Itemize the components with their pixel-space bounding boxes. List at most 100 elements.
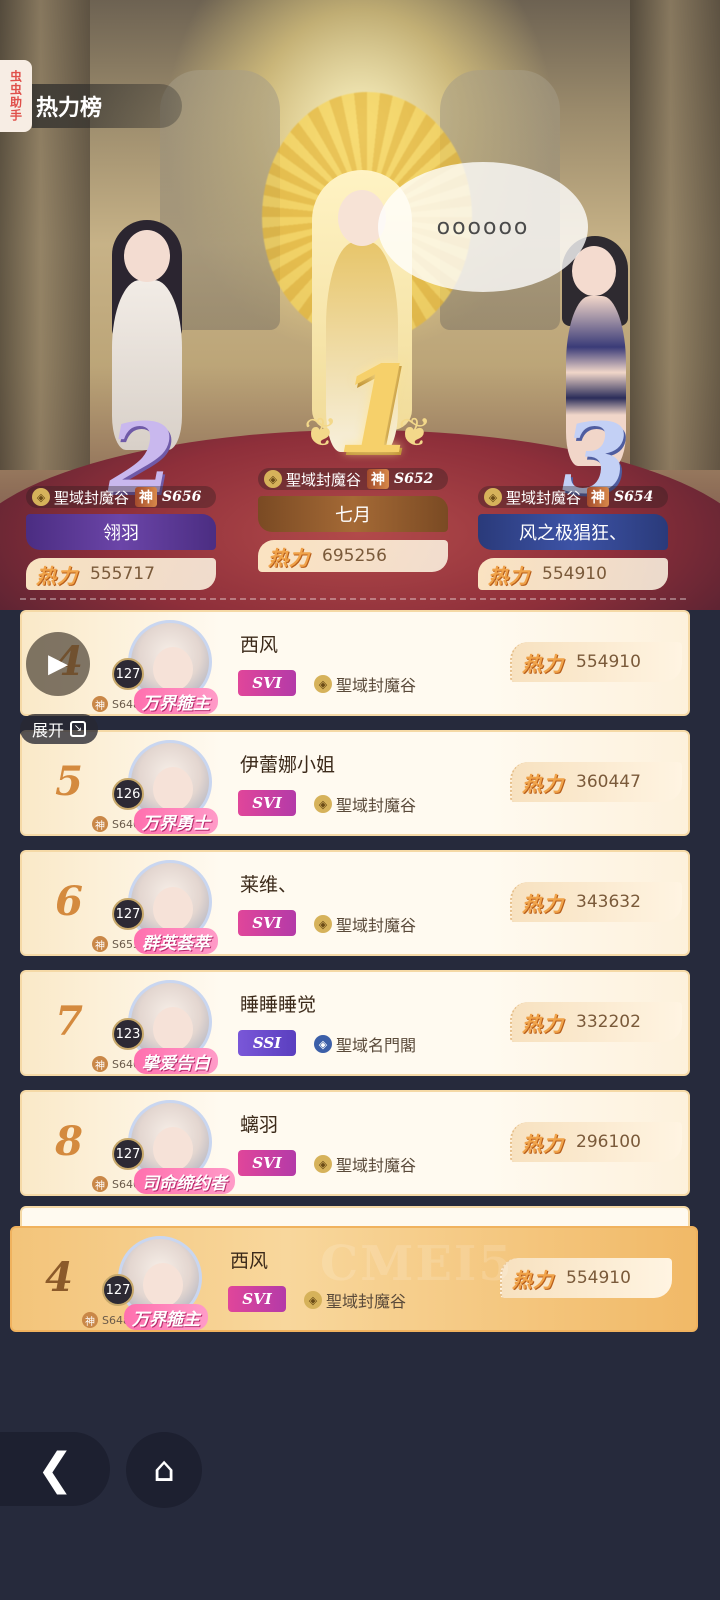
avatar-group: 127 神 S648 万界箍主 <box>92 616 258 716</box>
heat-value: 554910 <box>566 1268 631 1288</box>
player-name: 螭羽 <box>240 1114 279 1136</box>
server-tag: S652 <box>394 471 434 487</box>
podium-guild: ◈ 聖域封魔谷 神 S652 <box>258 468 448 490</box>
guild-emblem-icon: ◈ <box>304 1291 322 1309</box>
shen-tag: 神 <box>92 1056 108 1072</box>
back-button[interactable]: ❮ <box>0 1432 110 1506</box>
list-item[interactable]: 4 127 神S648 万界箍主 西风 SVI ◈聖域封魔谷 热力554910 <box>20 610 690 716</box>
heat-box: 热力 296100 <box>510 1122 682 1162</box>
heat-label: 热力 <box>268 545 310 570</box>
vip-badge: SVI <box>238 1150 296 1176</box>
rank-number: 7 <box>55 998 83 1045</box>
expand-label: 展开 <box>31 721 64 740</box>
shen-tag: 神 <box>587 487 610 507</box>
heat-label: 热力 <box>522 891 564 916</box>
rank1-number: 1 <box>336 340 420 481</box>
guild-name: 聖域封魔谷 <box>336 796 417 815</box>
home-icon: ⌂ <box>153 1450 175 1490</box>
expand-icon: ↘ <box>70 721 86 737</box>
list-item[interactable]: 5 126 神 S646 万界勇士 伊蕾娜小姐 SVI ◈ 聖域封魔谷 热力 3604… <box>20 730 690 836</box>
heat-pill: 热力 554910 <box>478 558 668 590</box>
rank-number: 8 <box>55 1118 83 1165</box>
player-name-plate: 风之极猖狂、 <box>478 514 668 550</box>
level-badge: 126 <box>112 778 144 810</box>
vip-badge: SSI <box>238 1030 296 1056</box>
server-label: 神 S653 <box>92 936 140 952</box>
heat-value: 296100 <box>576 1132 641 1152</box>
guild-name: 聖域名門閣 <box>336 1036 417 1055</box>
back-arrow-icon: ❮ <box>36 1443 74 1495</box>
heat-label: 热力 <box>512 1267 554 1292</box>
heat-label: 热力 <box>522 1011 564 1036</box>
heat-value: 555717 <box>90 564 155 584</box>
list-item[interactable]: 7 123 神 S646 挚爱告白 睡睡睡觉 SSI ◈ 聖域名門閣 热力 33220… <box>20 970 690 1076</box>
heat-box: 热力 554910 <box>500 1258 672 1298</box>
podium-rank3[interactable]: ◈ 聖域封魔谷 神 S654 风之极猖狂、 热力 554910 <box>478 486 668 590</box>
server-tag: S654 <box>614 489 654 505</box>
guild-emblem-icon: ◈ <box>314 915 332 933</box>
title-banner: 群英荟萃 <box>134 928 218 954</box>
speech-bubble: oooooo <box>378 162 588 292</box>
play-icon: ▶ <box>48 649 68 679</box>
expand-button[interactable]: 展开 ↘ <box>20 714 98 744</box>
server-label: 神 S646 <box>92 1176 140 1192</box>
guild-emblem-icon: ◈ <box>314 795 332 813</box>
shen-tag: 神 <box>92 1176 108 1192</box>
guild-emblem-icon: ◈ <box>314 1035 332 1053</box>
title-banner: 万界勇士 <box>134 808 218 834</box>
title-banner: 万界箍主 <box>134 688 218 714</box>
heat-value: 554910 <box>542 564 607 584</box>
guild-row: ◈ 聖域封魔谷 <box>314 672 416 696</box>
guild-emblem-icon: ◈ <box>314 675 332 693</box>
server-label: 神 S646 <box>92 816 140 832</box>
vip-badge: SVI <box>238 670 296 696</box>
guild-row: ◈ 聖域封魔谷 <box>314 912 416 936</box>
heat-value: 360447 <box>576 772 641 792</box>
rank-number: 4 <box>45 1254 73 1301</box>
play-button[interactable]: ▶ <box>26 632 90 696</box>
heat-value: 695256 <box>322 546 387 566</box>
level-badge: 127 <box>112 1138 144 1170</box>
player-name: 莱维、 <box>240 874 298 896</box>
heat-box: 热力 343632 <box>510 882 682 922</box>
shen-tag: 神 <box>92 696 108 712</box>
level-badge: 127 <box>102 1274 134 1306</box>
heat-label: 热力 <box>522 771 564 796</box>
server-label: 神 S646 <box>92 1056 140 1072</box>
podium-guild: ◈ 聖域封魔谷 神 S654 <box>478 486 668 508</box>
heat-box: 热力 332202 <box>510 1002 682 1042</box>
heat-value: 554910 <box>576 652 641 672</box>
podium-rank1[interactable]: ◈ 聖域封魔谷 神 S652 七月 热力 695256 <box>258 468 448 572</box>
side-assistant-tab[interactable]: 虫虫助手 <box>0 60 32 132</box>
title-banner: 司命缔约者 <box>134 1168 235 1194</box>
server-tag: S656 <box>162 489 202 505</box>
guild-emblem-icon: ◈ <box>32 488 50 506</box>
vip-badge: SVI <box>238 910 296 936</box>
page-title: 热力榜 <box>32 84 182 128</box>
player-name-plate: 七月 <box>258 496 448 532</box>
divider <box>20 598 686 600</box>
avatar-group: 127 神 S653 群英荟萃 <box>92 856 258 956</box>
heat-pill: 热力 555717 <box>26 558 216 590</box>
guild-name: 聖域封魔谷 <box>54 488 130 507</box>
player-name: 西风 <box>240 634 279 656</box>
title-banner: 万界箍主 <box>124 1304 208 1330</box>
heat-label: 热力 <box>522 1131 564 1156</box>
rank-number: 6 <box>55 878 83 925</box>
title-banner: 挚爱告白 <box>134 1048 218 1074</box>
podium-rank2[interactable]: ◈ 聖域封魔谷 神 S656 翎羽 热力 555717 <box>26 486 216 590</box>
list-item[interactable]: 8 127 神 S646 司命缔约者 螭羽 SVI ◈ 聖域封魔谷 热力 296100 <box>20 1090 690 1196</box>
home-button[interactable]: ⌂ <box>126 1432 202 1508</box>
avatar-group: 127 神 S648 万界箍主 <box>82 1232 248 1332</box>
player-name-plate: 翎羽 <box>26 514 216 550</box>
avatar-group: 123 神 S646 挚爱告白 <box>92 976 258 1076</box>
guild-name: 聖域封魔谷 <box>336 1156 417 1175</box>
shen-tag: 神 <box>135 487 158 507</box>
guild-row: ◈ 聖域封魔谷 <box>314 792 416 816</box>
podium-guild: ◈ 聖域封魔谷 神 S656 <box>26 486 216 508</box>
server-label: 神 S648 <box>82 1312 130 1328</box>
rank-number: 5 <box>55 758 83 805</box>
list-item[interactable]: 6 127 神 S653 群英荟萃 莱维、 SVI ◈ 聖域封魔谷 热力 343632 <box>20 850 690 956</box>
heat-value: 332202 <box>576 1012 641 1032</box>
laurel-left-icon: ❦ <box>304 410 338 456</box>
